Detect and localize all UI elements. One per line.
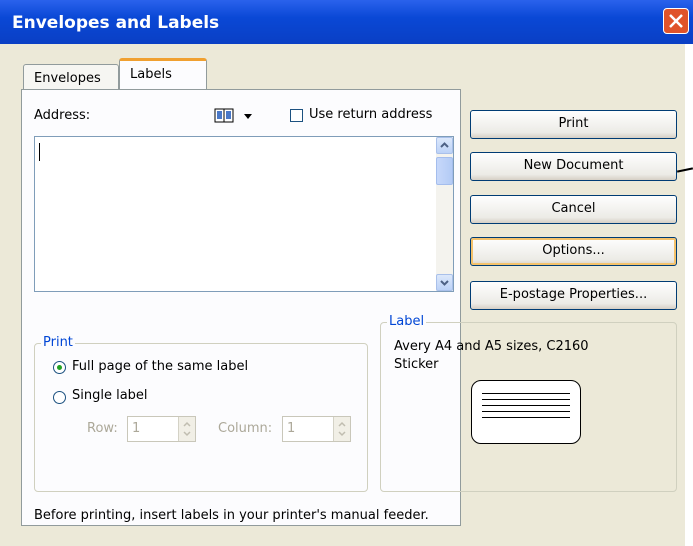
address-label: Address: (34, 108, 91, 123)
radio-selected-dot (57, 365, 62, 370)
preview-line (482, 393, 570, 394)
use-return-address-label: Use return address (309, 107, 433, 122)
print-button[interactable]: Print (470, 110, 677, 139)
new-document-button[interactable]: New Document (470, 152, 677, 181)
window-title: Envelopes and Labels (12, 13, 220, 33)
address-book-icon (214, 108, 252, 123)
tab-labels-label: Labels (130, 67, 172, 82)
row-spinner[interactable]: 1 (127, 416, 196, 442)
scroll-down-button[interactable] (436, 274, 453, 291)
column-spinner-arrows[interactable] (333, 417, 350, 441)
address-book-button[interactable] (214, 107, 254, 129)
chevron-up-icon (440, 142, 449, 148)
print-group-title: Print (41, 335, 75, 350)
preview-line (482, 411, 570, 412)
tab-labels[interactable]: Labels (119, 58, 207, 89)
options-button-label: Options... (542, 243, 605, 258)
chevron-down-icon (440, 280, 449, 286)
close-button[interactable] (663, 8, 689, 34)
column-value: 1 (287, 421, 296, 436)
title-bar: Envelopes and Labels (0, 0, 693, 44)
epostage-properties-button[interactable]: E-postage Properties... (470, 281, 677, 310)
single-label-label: Single label (72, 388, 148, 403)
single-label-radio[interactable] (53, 391, 66, 404)
label-product-name: Avery A4 and A5 sizes, C2160 (394, 339, 589, 354)
close-icon (669, 14, 683, 28)
label-preview[interactable] (471, 380, 581, 444)
spin-arrows-icon (183, 421, 191, 437)
preview-line (482, 405, 570, 406)
label-group-title: Label (387, 314, 427, 329)
epostage-properties-button-label: E-postage Properties... (499, 287, 648, 302)
tab-envelopes-label: Envelopes (34, 71, 101, 86)
cancel-button[interactable]: Cancel (470, 195, 677, 224)
text-caret (39, 143, 40, 161)
tab-envelopes[interactable]: Envelopes (23, 64, 119, 90)
preview-line (482, 399, 570, 400)
scroll-thumb[interactable] (436, 157, 453, 185)
address-scrollbar[interactable] (436, 137, 453, 291)
full-page-label: Full page of the same label (72, 359, 249, 374)
scroll-up-button[interactable] (436, 137, 453, 154)
print-button-label: Print (558, 116, 589, 131)
address-input[interactable] (34, 136, 454, 292)
footer-note: Before printing, insert labels in your p… (34, 508, 429, 523)
row-spinner-arrows[interactable] (178, 417, 195, 441)
window-edge (685, 44, 693, 546)
row-value: 1 (132, 421, 141, 436)
use-return-address-checkbox[interactable] (290, 109, 303, 122)
preview-line (482, 417, 570, 418)
options-button[interactable]: Options... (470, 237, 677, 266)
cancel-button-label: Cancel (551, 201, 596, 216)
column-label: Column: (218, 421, 273, 436)
row-label: Row: (87, 421, 118, 436)
label-product-type: Sticker (394, 357, 439, 372)
full-page-radio[interactable] (53, 361, 66, 374)
column-spinner[interactable]: 1 (282, 416, 351, 442)
new-document-button-label: New Document (523, 158, 624, 173)
spin-arrows-icon (338, 421, 346, 437)
